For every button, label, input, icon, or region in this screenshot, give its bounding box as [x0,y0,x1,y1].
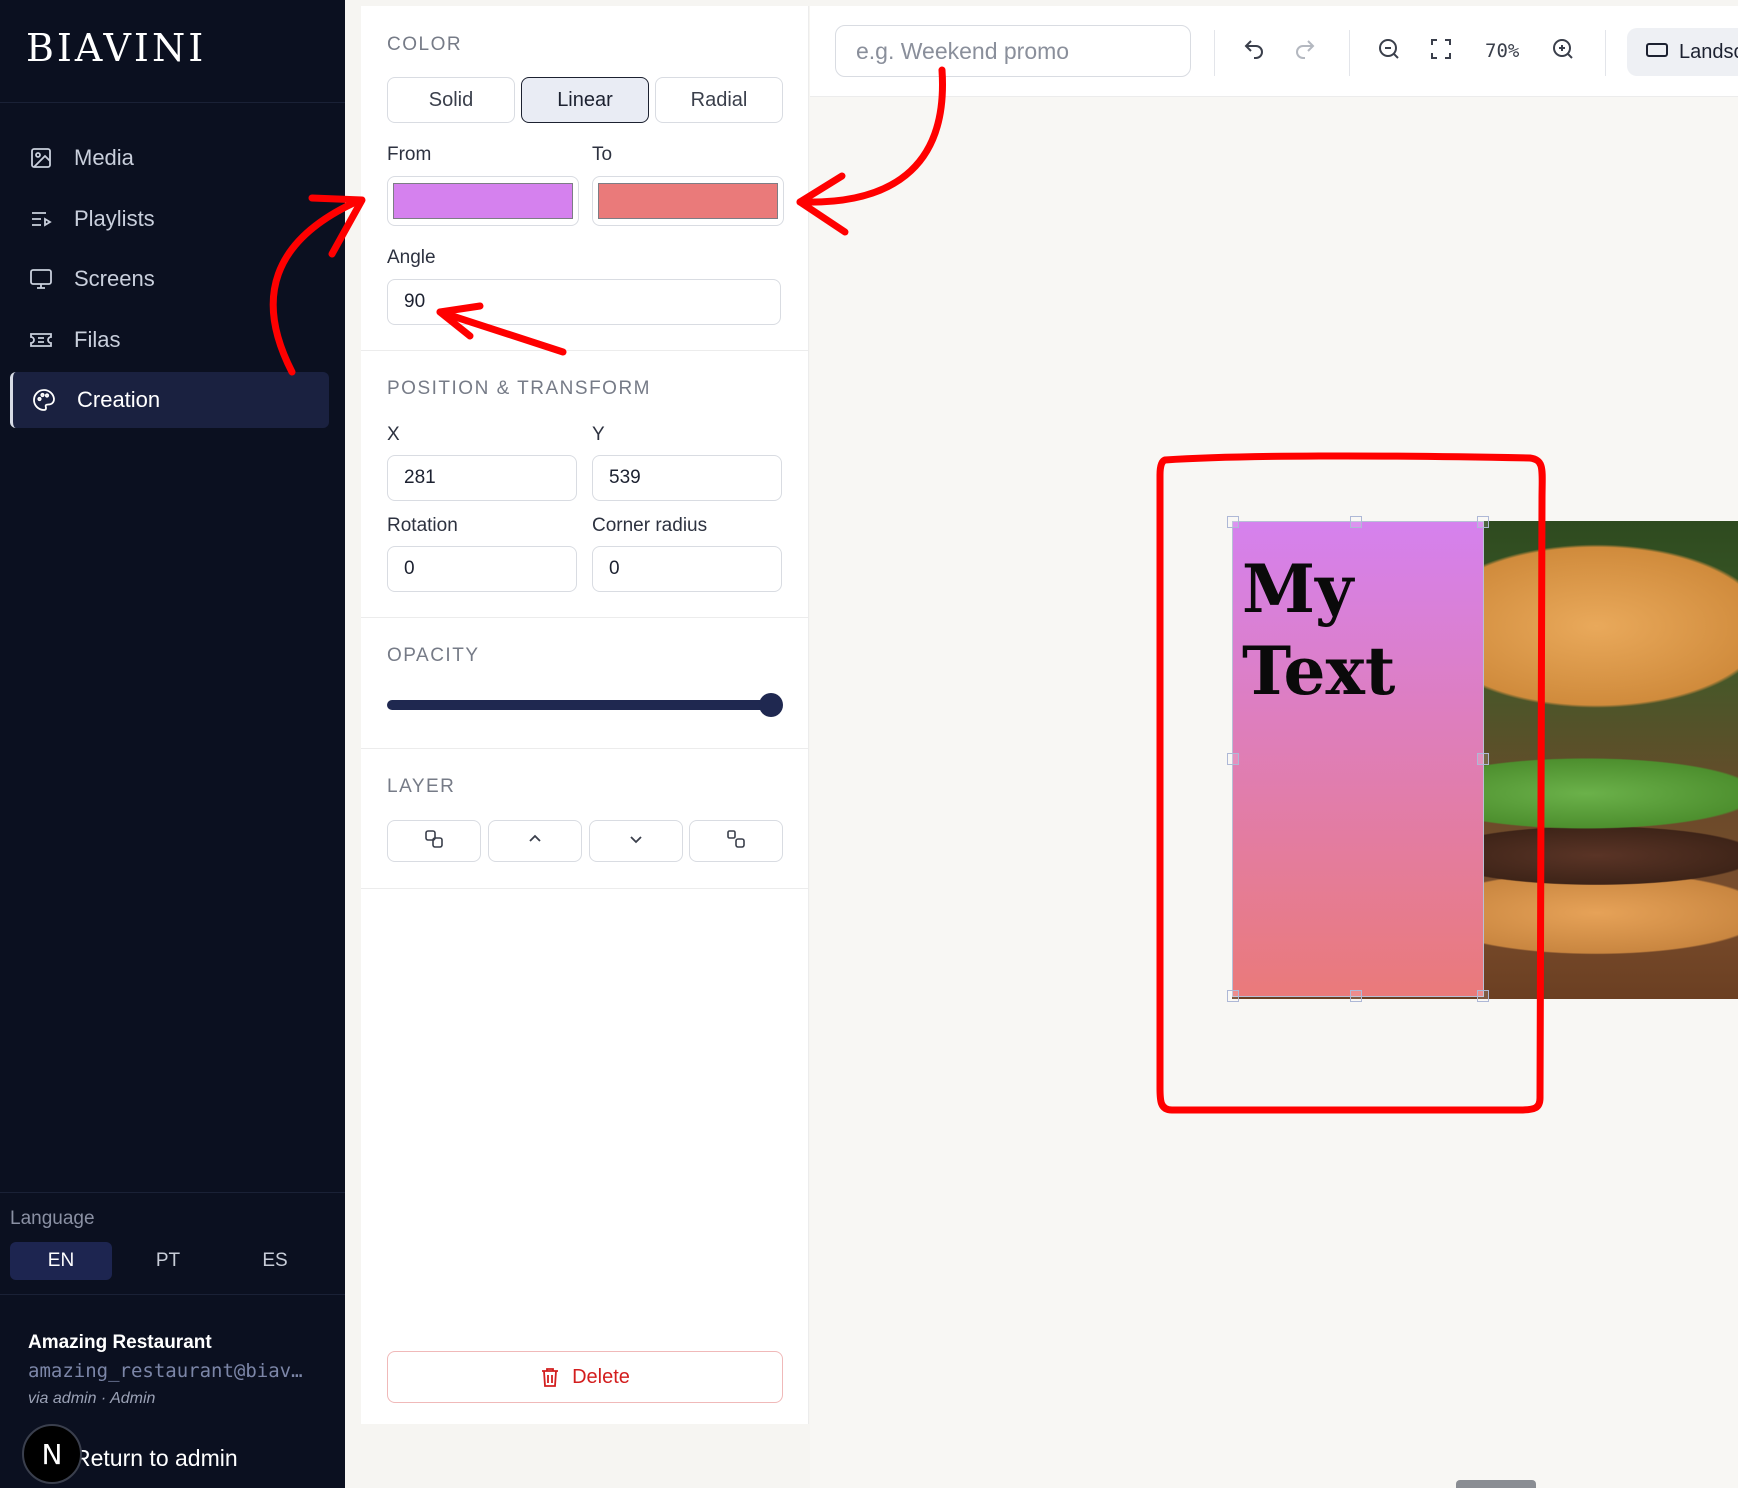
orientation-label: Landsc [1679,40,1738,63]
resize-handle[interactable] [1350,516,1362,528]
fit-to-screen-button[interactable] [1426,36,1456,66]
chevron-up-icon [526,830,544,853]
fill-radial-button[interactable]: Radial [655,77,783,123]
account-name: Amazing Restaurant [28,1332,212,1353]
zoom-out-icon [1377,37,1401,66]
to-color-fill [598,183,778,219]
sidebar-item-creation[interactable]: Creation [10,372,329,428]
redo-button[interactable] [1290,36,1320,66]
layer-section-title: LAYER [387,776,456,797]
design-name-input[interactable] [835,25,1191,77]
language-label: Language [10,1208,95,1229]
angle-input[interactable]: 90 [387,279,781,325]
image-icon [28,145,54,171]
sidebar-item-filas[interactable]: Filas [10,312,326,368]
sidebar-item-label: Creation [77,387,161,412]
section-divider [361,888,808,889]
sidebar-divider [0,102,345,103]
redo-icon [1293,37,1317,66]
bring-to-front-icon [423,828,445,855]
bring-to-front-button[interactable] [387,820,481,862]
color-section-title: COLOR [387,34,463,55]
playlist-icon [28,206,54,232]
sidebar-item-screens[interactable]: Screens [10,251,326,307]
delete-button[interactable]: Delete [387,1351,783,1403]
x-input[interactable]: 281 [387,455,577,501]
resize-handle[interactable] [1227,516,1239,528]
send-to-back-icon [725,828,747,855]
zoom-level: 70% [1485,40,1520,62]
opacity-section-title: OPACITY [387,645,480,666]
trash-icon [540,1366,560,1388]
scroll-indicator[interactable] [1456,1480,1536,1488]
account-email: amazing_restaurant@biav… [28,1360,303,1382]
corner-radius-input[interactable]: 0 [592,546,782,592]
x-label: X [387,424,400,445]
send-to-back-button[interactable] [689,820,783,862]
landscape-icon [1645,41,1669,64]
opacity-slider-track[interactable] [387,700,775,710]
orientation-button[interactable]: Landsc [1627,28,1738,76]
y-label: Y [592,424,605,445]
sidebar-divider [0,1192,345,1193]
return-to-admin-link[interactable]: Return to admin [74,1445,238,1472]
sidebar-item-label: Playlists [74,206,155,231]
move-down-button[interactable] [589,820,683,862]
sidebar-item-playlists[interactable]: Playlists [10,191,326,247]
properties-panel: COLOR Solid Linear Radial From To Angle … [361,6,809,1424]
sidebar-item-media[interactable]: Media [10,130,326,186]
sidebar-item-label: Filas [74,327,121,352]
sidebar-divider [0,1294,345,1295]
fit-screen-icon [1429,37,1453,66]
sidebar-item-label: Screens [74,266,155,291]
top-toolbar: 70% Landsc [810,6,1738,97]
account-role: via admin · Admin [28,1390,156,1407]
section-divider [361,748,808,749]
palette-icon [31,387,57,413]
chevron-down-icon [627,830,645,853]
language-pt-button[interactable]: PT [117,1242,219,1280]
language-es-button[interactable]: ES [224,1242,326,1280]
resize-handle[interactable] [1227,753,1239,765]
sidebar-item-label: Media [74,145,134,170]
y-input[interactable]: 539 [592,455,782,501]
angle-label: Angle [387,247,436,268]
rotation-input[interactable]: 0 [387,546,577,592]
language-en-button[interactable]: EN [10,1242,112,1280]
fill-solid-button[interactable]: Solid [387,77,515,123]
resize-handle[interactable] [1227,990,1239,1002]
toolbar-divider [1349,30,1350,76]
monitor-icon [28,266,54,292]
move-up-button[interactable] [488,820,582,862]
undo-button[interactable] [1239,36,1269,66]
resize-handle[interactable] [1477,516,1489,528]
n-badge-icon[interactable]: N [22,1424,82,1484]
zoom-in-button[interactable] [1548,36,1578,66]
section-divider [361,617,808,618]
toolbar-divider [1605,30,1606,76]
sidebar: BIAVINI Media Playlists Screens Filas Cr… [0,0,345,1488]
from-color-swatch[interactable] [387,176,579,226]
transform-section-title: POSITION & TRANSFORM [387,378,652,399]
zoom-out-button[interactable] [1374,36,1404,66]
rotation-label: Rotation [387,515,458,536]
resize-handle[interactable] [1477,753,1489,765]
zoom-in-icon [1551,37,1575,66]
delete-label: Delete [572,1365,630,1388]
opacity-slider-thumb[interactable] [759,693,783,717]
section-divider [361,350,808,351]
from-color-fill [393,183,573,219]
resize-handle[interactable] [1477,990,1489,1002]
to-color-swatch[interactable] [592,176,784,226]
corner-radius-label: Corner radius [592,515,708,536]
toolbar-divider [1214,30,1215,76]
ticket-icon [28,327,54,353]
from-label: From [387,144,432,165]
logo: BIAVINI [26,26,207,70]
fill-linear-button[interactable]: Linear [521,77,649,123]
undo-icon [1242,37,1266,66]
resize-handle[interactable] [1350,990,1362,1002]
to-label: To [592,144,613,165]
canvas-text[interactable]: My Text [1242,548,1482,712]
